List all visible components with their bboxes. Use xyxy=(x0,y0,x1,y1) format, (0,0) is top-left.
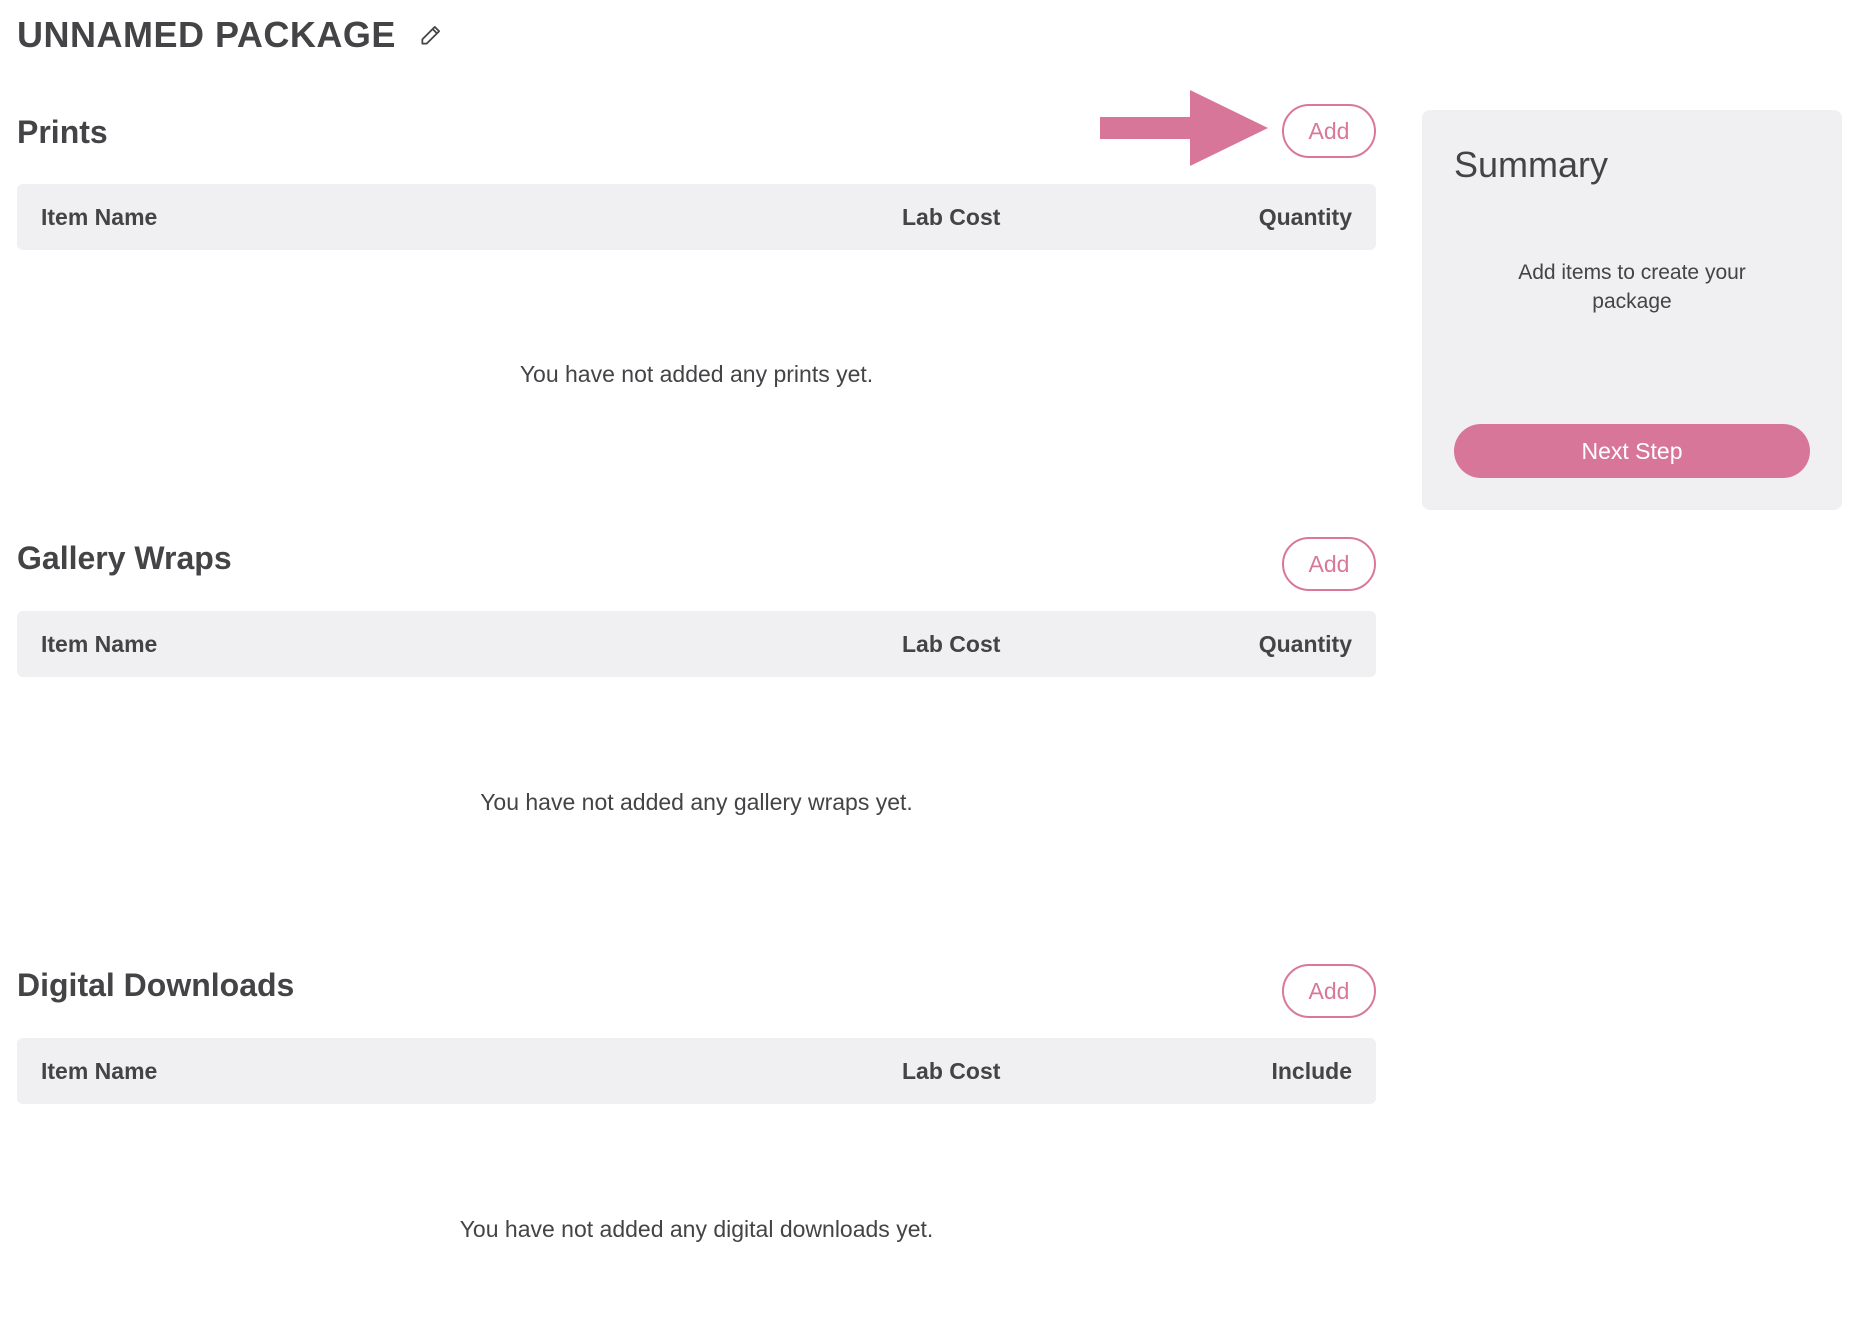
gallery-wraps-table-header: Item Name Lab Cost Quantity xyxy=(17,611,1376,677)
prints-section: Prints Add Item Name Lab Cost Quantity Y… xyxy=(17,104,1376,404)
column-item-name: Item Name xyxy=(41,204,158,230)
column-lab-cost: Lab Cost xyxy=(902,1058,1001,1084)
summary-panel: Summary Add items to create your package… xyxy=(1422,110,1842,510)
digital-downloads-table-header: Item Name Lab Cost Include xyxy=(17,1038,1376,1104)
gallery-wraps-section: Gallery Wraps Add Item Name Lab Cost Qua… xyxy=(17,537,1376,837)
page-title: UNNAMED PACKAGE xyxy=(17,14,444,56)
summary-title: Summary xyxy=(1454,144,1609,185)
digital-downloads-empty-message: You have not added any digital downloads… xyxy=(459,1216,934,1242)
prints-empty-message: You have not added any prints yet. xyxy=(519,361,874,387)
column-include: Include xyxy=(1271,1058,1352,1084)
column-lab-cost: Lab Cost xyxy=(902,204,1001,230)
gallery-wraps-empty-message: You have not added any gallery wraps yet… xyxy=(480,789,913,815)
column-quantity: Quantity xyxy=(1258,631,1352,657)
column-lab-cost: Lab Cost xyxy=(902,631,1001,657)
next-step-button[interactable]: Next Step xyxy=(1454,424,1810,478)
pencil-icon[interactable] xyxy=(418,22,444,48)
page-title-text: UNNAMED PACKAGE xyxy=(17,14,396,55)
summary-message: Add items to create your package xyxy=(1518,261,1746,313)
prints-table-header: Item Name Lab Cost Quantity xyxy=(17,184,1376,250)
section-title-gallery-wraps: Gallery Wraps xyxy=(17,540,232,576)
add-gallery-wraps-button[interactable]: Add xyxy=(1282,537,1376,591)
section-title-digital-downloads: Digital Downloads xyxy=(17,967,295,1003)
add-prints-button[interactable]: Add xyxy=(1282,104,1376,158)
add-digital-downloads-button[interactable]: Add xyxy=(1282,964,1376,1018)
section-title-prints: Prints xyxy=(17,114,108,150)
column-item-name: Item Name xyxy=(41,631,158,657)
column-quantity: Quantity xyxy=(1258,204,1352,230)
digital-downloads-section: Digital Downloads Add Item Name Lab Cost… xyxy=(17,964,1376,1264)
column-item-name: Item Name xyxy=(41,1058,158,1084)
